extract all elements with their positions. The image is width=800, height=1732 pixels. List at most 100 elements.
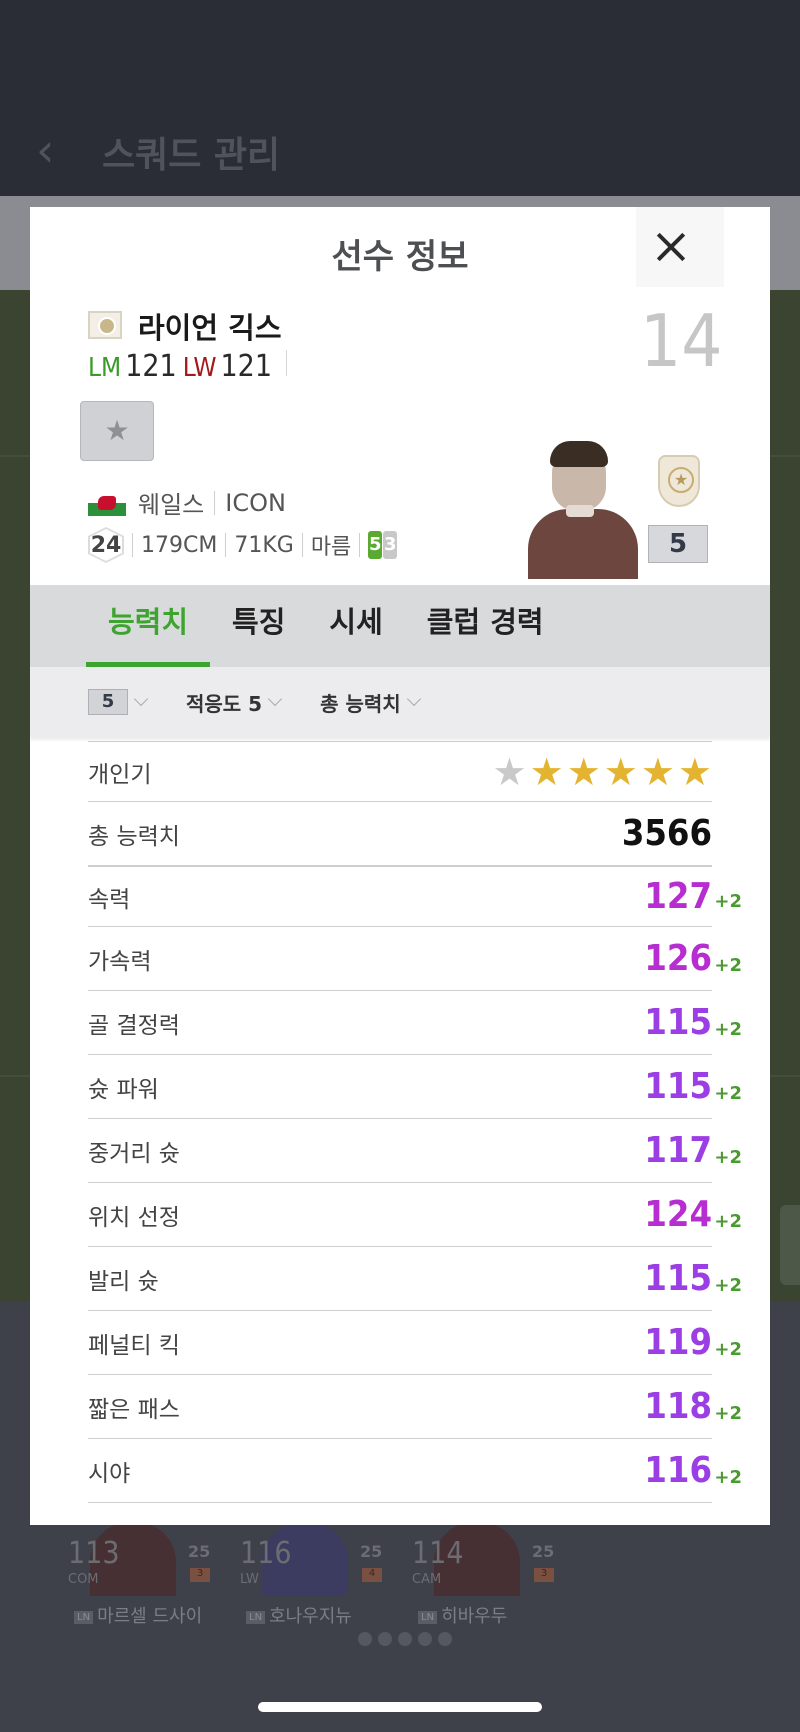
player-name: LN 호나우지뉴 bbox=[246, 1602, 352, 1628]
bench-player-card[interactable]: 113 COM 25 3 LN 마르셀 드사이 bbox=[60, 1522, 210, 1627]
stat-label: 페널티 킥 bbox=[88, 1332, 180, 1359]
icon-season-badge bbox=[88, 311, 122, 339]
level-filter[interactable]: 5 bbox=[88, 689, 149, 715]
tab-stats[interactable]: 능력치 bbox=[86, 585, 211, 667]
wales-flag-icon bbox=[88, 489, 126, 516]
divider bbox=[132, 533, 133, 557]
back-icon[interactable]: ‹ bbox=[36, 127, 76, 173]
stat-row: 페널티 킥 119 +2 bbox=[88, 1311, 742, 1375]
season-name: ICON bbox=[225, 488, 286, 517]
stat-label: 시야 bbox=[88, 1460, 131, 1487]
position-lm-value: 121 bbox=[125, 349, 177, 384]
player-photo-body bbox=[528, 509, 638, 579]
home-indicator[interactable] bbox=[258, 1702, 542, 1712]
season-tag: LN bbox=[74, 1611, 94, 1624]
close-button[interactable] bbox=[636, 207, 724, 287]
page-dot[interactable] bbox=[358, 1632, 372, 1646]
page-title: 스쿼드 관리 bbox=[102, 135, 281, 176]
stat-bonus: +2 bbox=[714, 1083, 742, 1104]
tab-traits[interactable]: 특징 bbox=[210, 585, 307, 667]
player-ovr: 113 bbox=[68, 1536, 120, 1571]
total-stats-value: 3566 bbox=[621, 813, 712, 854]
stat-row: 가속력 126 +2 bbox=[88, 927, 742, 991]
player-name: LN 히바우두 bbox=[418, 1602, 507, 1628]
stat-value: 118 bbox=[644, 1386, 712, 1427]
player-grade: 4 bbox=[362, 1568, 382, 1582]
star-filled-icon: ★ bbox=[603, 749, 638, 794]
player-name: 라이언 긱스 bbox=[138, 311, 282, 345]
sort-filter[interactable]: 총 능력치 bbox=[320, 688, 421, 717]
divider bbox=[359, 533, 361, 557]
page-dot[interactable] bbox=[438, 1632, 452, 1646]
position-lw-value: 121 bbox=[220, 349, 273, 384]
season-tag: LN bbox=[418, 1611, 438, 1624]
player-ovr: 116 bbox=[240, 1536, 292, 1571]
stat-row: 슛 파워 115 +2 bbox=[88, 1055, 742, 1119]
divider bbox=[286, 350, 288, 376]
divider bbox=[225, 533, 227, 557]
icon-crest-icon bbox=[658, 455, 700, 507]
player-name-text: 히바우두 bbox=[441, 1606, 508, 1627]
tab-club-history[interactable]: 클럽 경력 bbox=[405, 585, 566, 667]
season-tag: LN bbox=[246, 1611, 266, 1624]
stat-bonus: +2 bbox=[714, 1275, 742, 1296]
reputation-row: 개인기 ★ ★ ★ ★ ★ ★ bbox=[88, 741, 712, 802]
enhancement-level-badge: 5 bbox=[648, 525, 708, 563]
stat-bonus: +2 bbox=[714, 955, 742, 976]
tab-price[interactable]: 시세 bbox=[307, 585, 404, 667]
stat-value: 115 bbox=[644, 1258, 712, 1299]
age-value: 24 bbox=[90, 532, 122, 558]
player-level: 25 bbox=[360, 1542, 383, 1561]
strong-foot-rating: 5 bbox=[368, 531, 383, 559]
stat-row: 속력 127 +2 bbox=[88, 866, 742, 927]
sort-filter-value: 총 능력치 bbox=[320, 691, 401, 716]
stat-bonus: +2 bbox=[714, 891, 742, 912]
page-dot[interactable] bbox=[378, 1632, 392, 1646]
page-dot[interactable] bbox=[418, 1632, 432, 1646]
divider bbox=[301, 533, 303, 557]
position-lm: LM bbox=[88, 353, 122, 383]
bench-player-card[interactable]: 116 LW 25 4 LN 호나우지뉴 bbox=[232, 1522, 382, 1627]
player-position: COM bbox=[68, 1572, 99, 1587]
player-grade: 3 bbox=[190, 1568, 210, 1582]
stat-label: 발리 슛 bbox=[88, 1268, 159, 1295]
stat-row: 발리 슛 115 +2 bbox=[88, 1247, 742, 1311]
stat-row: 골 결정력 115 +2 bbox=[88, 991, 742, 1055]
chevron-down-icon bbox=[133, 691, 149, 707]
stat-label: 위치 선정 bbox=[88, 1204, 180, 1231]
stat-label: 중거리 슛 bbox=[88, 1140, 180, 1167]
player-name: LN 마르셀 드사이 bbox=[74, 1602, 202, 1628]
stat-value: 119 bbox=[644, 1322, 712, 1363]
stat-label: 총 능력치 bbox=[88, 823, 180, 850]
stat-value: 117 bbox=[644, 1130, 712, 1171]
body-type: 마름 bbox=[310, 535, 352, 560]
bench-player-card[interactable]: 114 CAM 25 3 LN 히바우두 bbox=[404, 1522, 554, 1627]
stat-bonus: +2 bbox=[714, 1211, 742, 1232]
adaptation-filter[interactable]: 적응도 5 bbox=[186, 688, 283, 717]
player-photo-collar bbox=[566, 505, 594, 517]
star-filled-icon: ★ bbox=[566, 749, 601, 794]
stat-value: 116 bbox=[644, 1450, 712, 1491]
side-handle[interactable] bbox=[780, 1205, 800, 1285]
stat-label: 슛 파워 bbox=[88, 1076, 159, 1103]
player-position: CAM bbox=[412, 1572, 442, 1587]
info-tabs: 능력치 특징 시세 클럽 경력 bbox=[30, 585, 770, 667]
favorite-star-button[interactable]: ★ bbox=[80, 401, 154, 461]
stat-label: 짧은 패스 bbox=[88, 1396, 180, 1423]
chevron-down-icon bbox=[406, 691, 421, 707]
weight-value: 71KG bbox=[234, 532, 294, 558]
page-dot[interactable] bbox=[398, 1632, 412, 1646]
player-level: 25 bbox=[532, 1542, 555, 1561]
physical-info: 24 179CM 71KG 마름 5 3 bbox=[88, 527, 398, 563]
nation-info: 웨일스 ICON bbox=[88, 485, 286, 520]
age-hex-icon: 24 bbox=[88, 527, 124, 563]
weak-foot-rating: 3 bbox=[383, 531, 398, 559]
player-info-modal: 선수 정보 라이언 긱스 LM 121 LW 121 14 ★ 웨일스 ICON… bbox=[30, 207, 770, 1525]
stat-value: 124 bbox=[644, 1194, 712, 1235]
stat-row: 시야 116 +2 bbox=[88, 1439, 742, 1503]
stat-bonus: +2 bbox=[714, 1403, 742, 1424]
player-ovr: 114 bbox=[412, 1536, 464, 1571]
player-photo bbox=[520, 433, 650, 579]
player-grade: 3 bbox=[534, 1568, 554, 1582]
stat-bonus: +2 bbox=[714, 1339, 742, 1360]
